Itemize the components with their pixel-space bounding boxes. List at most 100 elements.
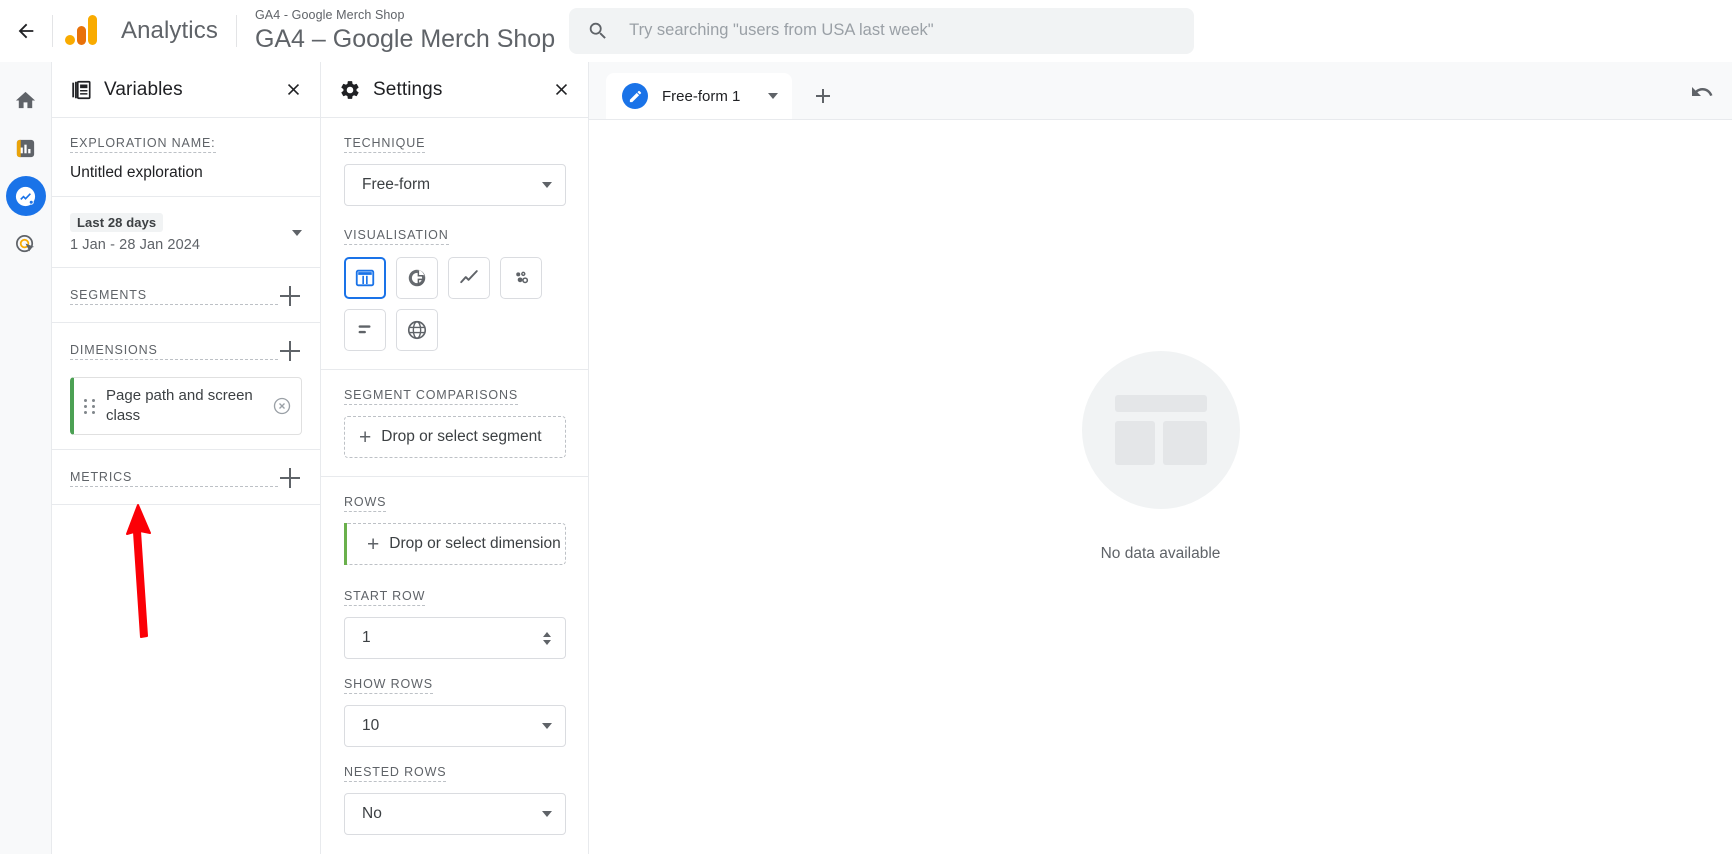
- date-range-chip: Last 28 days: [70, 213, 164, 232]
- viz-option-line[interactable]: [448, 257, 490, 299]
- geo-map-icon: [407, 320, 427, 340]
- technique-select[interactable]: Free-form: [344, 164, 566, 206]
- add-tab-button[interactable]: [800, 73, 846, 119]
- start-row-stepper[interactable]: [537, 631, 557, 645]
- nested-rows-field: NESTED ROWS No: [321, 763, 588, 835]
- search-bar[interactable]: [569, 7, 1195, 54]
- table-chart-icon: [355, 269, 375, 287]
- empty-state-illustration: [1081, 351, 1240, 509]
- viz-option-geo-map[interactable]: [396, 309, 438, 351]
- dimension-chip[interactable]: Page path and screen class: [70, 377, 302, 435]
- property-subtitle: GA4 - Google Merch Shop: [254, 7, 405, 22]
- add-segment-button[interactable]: [278, 284, 302, 308]
- explore-icon: [15, 186, 36, 206]
- tab-label: Free-form 1: [662, 87, 741, 105]
- plus-icon: +: [367, 532, 380, 556]
- property-selector[interactable]: GA4 - Google Merch Shop GA4 – Google Mer…: [237, 7, 555, 55]
- show-rows-value: 10: [362, 717, 380, 734]
- empty-state-text: No data available: [1100, 545, 1221, 562]
- exploration-canvas: Free-form 1 No data available: [589, 62, 1732, 854]
- close-settings-button[interactable]: [548, 77, 574, 103]
- bar-chart-icon: [358, 325, 371, 334]
- start-row-label: START ROW: [344, 589, 426, 606]
- segment-comparisons-section: SEGMENT COMPARISONS + Drop or select seg…: [321, 370, 588, 477]
- nested-rows-label: NESTED ROWS: [344, 765, 447, 782]
- drag-handle-icon[interactable]: [84, 398, 96, 414]
- segment-dropzone[interactable]: + Drop or select segment: [344, 416, 566, 458]
- exploration-name-value[interactable]: Untitled exploration: [70, 164, 302, 182]
- edit-pencil-icon: [629, 90, 641, 102]
- dimensions-section: DIMENSIONS Page path and screen class: [52, 323, 320, 450]
- advertising-icon: [16, 234, 35, 252]
- date-range-value: 1 Jan - 28 Jan 2024: [70, 237, 201, 253]
- rows-dropzone-label: Drop or select dimension: [389, 535, 561, 552]
- close-variables-button[interactable]: [280, 77, 306, 103]
- add-dimension-button[interactable]: [278, 339, 302, 363]
- technique-label: TECHNIQUE: [344, 136, 426, 153]
- viz-option-scatter[interactable]: [500, 257, 542, 299]
- start-row-input-wrap[interactable]: [344, 617, 566, 659]
- chevron-down-icon: [292, 230, 302, 236]
- date-range-selector[interactable]: Last 28 days 1 Jan - 28 Jan 2024: [70, 213, 302, 253]
- settings-panel-title: Settings: [373, 78, 443, 100]
- add-metric-button[interactable]: [278, 466, 302, 490]
- sidebar-item-reports[interactable]: [6, 128, 46, 168]
- technique-value: Free-form: [362, 176, 431, 193]
- variables-icon: [70, 79, 92, 101]
- variables-panel-header: Variables: [52, 62, 320, 118]
- tab-free-form-1[interactable]: Free-form 1: [606, 73, 792, 119]
- sidebar-item-advertising[interactable]: [6, 224, 46, 264]
- viz-option-bar[interactable]: [344, 309, 386, 351]
- settings-panel-header: Settings: [321, 62, 588, 118]
- stepper-down-icon[interactable]: [543, 639, 551, 645]
- back-button[interactable]: [0, 0, 52, 62]
- dimensions-label: DIMENSIONS: [70, 343, 278, 360]
- nested-rows-select[interactable]: No: [344, 793, 566, 835]
- show-rows-field: SHOW ROWS 10: [321, 675, 588, 747]
- line-chart-icon: [460, 270, 478, 284]
- rows-label: ROWS: [344, 495, 387, 512]
- empty-state: No data available: [589, 120, 1732, 854]
- rows-dropzone[interactable]: + Drop or select dimension: [344, 523, 566, 565]
- segments-section: SEGMENTS: [52, 268, 320, 323]
- segment-dropzone-label: Drop or select segment: [381, 428, 542, 445]
- exploration-name-section: EXPLORATION NAME: Untitled exploration: [52, 118, 320, 197]
- scatter-chart-icon: [516, 271, 529, 284]
- chevron-down-icon[interactable]: [768, 93, 778, 99]
- search-input[interactable]: [629, 21, 1177, 40]
- visualisation-section: VISUALISATION: [321, 210, 588, 370]
- arrow-back-icon: [18, 23, 34, 38]
- close-circle-icon: [273, 397, 291, 415]
- undo-button[interactable]: [1686, 76, 1718, 108]
- google-analytics-logo: [53, 0, 109, 62]
- donut-chart-icon: [408, 269, 426, 287]
- exploration-name-label: EXPLORATION NAME:: [70, 136, 216, 153]
- gear-icon: [339, 79, 361, 101]
- segment-comparisons-label: SEGMENT COMPARISONS: [344, 388, 519, 405]
- undo-icon: [1692, 87, 1713, 96]
- viz-option-donut[interactable]: [396, 257, 438, 299]
- variables-panel-title: Variables: [104, 78, 183, 100]
- property-title: GA4 – Google Merch Shop: [254, 24, 556, 53]
- stepper-up-icon[interactable]: [543, 631, 551, 637]
- show-rows-select[interactable]: 10: [344, 705, 566, 747]
- left-nav-rail: [0, 62, 52, 854]
- remove-dimension-button[interactable]: [271, 395, 293, 417]
- settings-panel: Settings TECHNIQUE Free-form VISUALISATI…: [321, 62, 589, 854]
- start-row-input[interactable]: [362, 629, 537, 647]
- sidebar-item-explore[interactable]: [5, 176, 46, 216]
- search-icon: [589, 22, 606, 39]
- sidebar-item-home[interactable]: [6, 80, 46, 120]
- chevron-down-icon: [542, 182, 552, 188]
- close-icon: [555, 83, 567, 96]
- viz-option-table[interactable]: [344, 257, 386, 299]
- segments-label: SEGMENTS: [70, 288, 278, 305]
- close-icon: [287, 83, 299, 96]
- dimension-chip-label: Page path and screen class: [106, 387, 253, 424]
- chevron-down-icon: [542, 723, 552, 729]
- variables-panel: Variables EXPLORATION NAME: Untitled exp…: [52, 62, 321, 854]
- technique-section: TECHNIQUE Free-form: [321, 118, 588, 210]
- top-bar: Analytics GA4 - Google Merch Shop GA4 – …: [0, 0, 1732, 62]
- start-row-field: START ROW: [321, 587, 588, 659]
- rows-section: ROWS + Drop or select dimension: [321, 477, 588, 571]
